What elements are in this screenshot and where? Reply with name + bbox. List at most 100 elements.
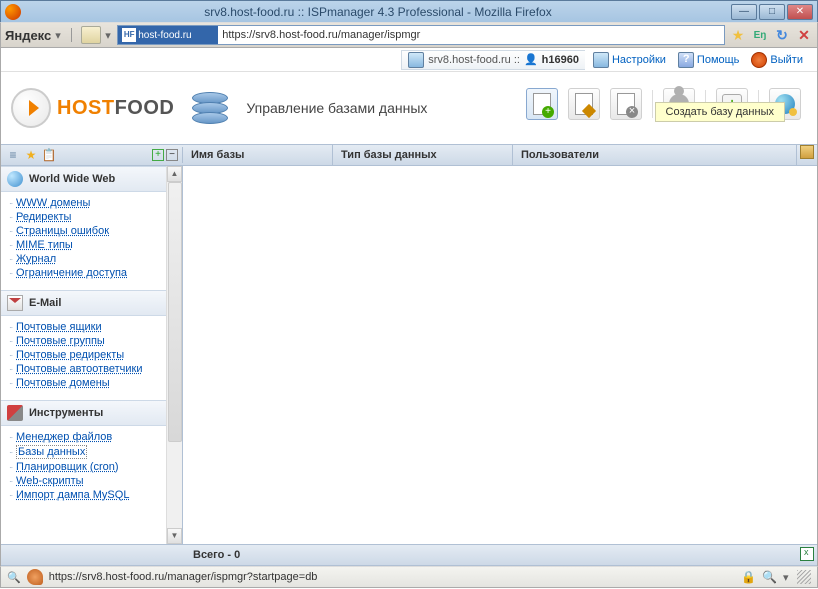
sidebar-item[interactable]: ∙∙ MIME типы	[9, 238, 166, 252]
logo-part2: FOOD	[115, 97, 175, 119]
minimize-button[interactable]: —	[731, 4, 757, 20]
collapse-all-icon[interactable]: −	[166, 149, 178, 161]
sidebar-link[interactable]: Менеджер файлов	[16, 431, 112, 443]
settings-link[interactable]: Настройки	[589, 52, 670, 68]
stop-icon[interactable]: ✕	[795, 26, 813, 44]
database-icon	[192, 88, 232, 128]
favorites-icon[interactable]: ★	[23, 147, 39, 163]
bullet-icon: ∙∙	[9, 336, 12, 346]
bullet-icon: ∙∙	[9, 462, 12, 472]
mail-icon	[7, 295, 23, 311]
sidebar-item[interactable]: ∙∙Ограничение доступа	[9, 266, 166, 280]
settings-label: Настройки	[612, 54, 666, 66]
sidebar-item[interactable]: ∙∙Менеджер файлов	[9, 430, 166, 444]
reload-icon[interactable]: ↻	[773, 26, 791, 44]
bookmark-star-icon[interactable]: ★	[729, 26, 747, 44]
sidebar-item[interactable]: ∙∙Журнал	[9, 252, 166, 266]
separator	[652, 90, 653, 118]
bullet-icon: ∙∙	[9, 490, 12, 500]
help-link[interactable]: Помощь	[674, 52, 744, 68]
maximize-button[interactable]: □	[759, 4, 785, 20]
sidebar-link[interactable]: Почтовые группы	[16, 335, 105, 347]
bullet-icon: ∙∙	[9, 198, 12, 208]
colorpicker-icon[interactable]	[27, 569, 43, 585]
sidebar-group-www[interactable]: World Wide Web	[1, 166, 166, 192]
exit-link[interactable]: Выйти	[747, 52, 807, 68]
zoom-icon[interactable]: 🔍	[762, 570, 777, 584]
window-titlebar: srv8.host-food.ru :: ISPmanager 4.3 Prof…	[0, 0, 818, 22]
resize-grip[interactable]	[797, 570, 811, 584]
scrollbar[interactable]: ▲ ▼	[166, 166, 182, 544]
chevron-down-icon[interactable]: ▾	[105, 29, 113, 42]
expand-all-icon[interactable]: +	[152, 149, 164, 161]
logo-ball-icon	[11, 88, 51, 128]
close-button[interactable]: ✕	[787, 4, 813, 20]
sidebar-link[interactable]: Web-скрипты	[16, 475, 84, 487]
scroll-thumb[interactable]	[168, 182, 182, 442]
sidebar-item[interactable]: ∙∙ WWW домены	[9, 196, 166, 210]
sidebar-item[interactable]: ∙∙ Почтовые группы	[9, 334, 166, 348]
column-users[interactable]: Пользователи	[513, 145, 797, 165]
chevron-down-icon[interactable]: ▾	[783, 571, 791, 584]
column-type[interactable]: Тип базы данных	[333, 145, 513, 165]
list-view-icon[interactable]: ≡	[5, 147, 21, 163]
chevron-down-icon[interactable]: ▾	[55, 29, 63, 42]
sidebar-link[interactable]: Почтовые автоответчики	[16, 363, 142, 375]
sidebar-link[interactable]: MIME типы	[16, 239, 73, 251]
translate-icon[interactable]: Eŋ	[751, 26, 769, 44]
search-icon[interactable]: 🔍	[7, 571, 21, 584]
sidebar-link[interactable]: Базы данных	[16, 445, 87, 459]
sidebar-link[interactable]: Журнал	[16, 253, 56, 265]
sidebar-item[interactable]: ∙∙Почтовые автоответчики	[9, 362, 166, 376]
sidebar-item[interactable]: ∙∙Редиректы	[9, 210, 166, 224]
clipboard-icon[interactable]: 📋	[41, 147, 57, 163]
sidebar-link[interactable]: Планировщик (cron)	[16, 461, 119, 473]
sidebar-link[interactable]: Импорт дампа MySQL	[16, 489, 129, 501]
site-identity[interactable]: HF host-food.ru	[118, 26, 218, 44]
thumbnail-icon[interactable]	[81, 26, 101, 44]
sidebar-link[interactable]: WWW домены	[16, 197, 90, 209]
sidebar-item[interactable]: ∙∙ Планировщик (cron)	[9, 460, 166, 474]
export-xls-button[interactable]	[797, 547, 817, 564]
bullet-icon: ∙∙	[9, 447, 12, 457]
lock-icon[interactable]: 🔒	[741, 570, 756, 584]
sidebar: World Wide Web∙∙WWW домены∙∙Редиректы∙∙С…	[1, 166, 183, 544]
scroll-down-icon[interactable]: ▼	[167, 528, 182, 544]
sidebar-group-tools[interactable]: Инструменты	[1, 400, 166, 426]
address-bar[interactable]: HF host-food.ru https://srv8.host-food.r…	[117, 25, 725, 45]
status-text: https://srv8.host-food.ru/manager/ispmgr…	[49, 571, 735, 583]
delete-db-button[interactable]	[610, 88, 642, 120]
sidebar-item[interactable]: ∙∙ Импорт дампа MySQL	[9, 488, 166, 502]
total-label: Всего - 0	[183, 549, 797, 561]
column-name[interactable]: Имя базы	[183, 145, 333, 165]
sidebar-group-email[interactable]: E-Mail	[1, 290, 166, 316]
data-grid[interactable]	[183, 166, 817, 544]
create-db-button[interactable]	[526, 88, 558, 120]
sidebar-item[interactable]: ∙∙Почтовые ящики	[9, 320, 166, 334]
sidebar-item[interactable]: ∙∙ Почтовые домены	[9, 376, 166, 390]
sidebar-item[interactable]: ∙∙ Страницы ошибок	[9, 224, 166, 238]
sidebar-link[interactable]: Редиректы	[16, 211, 71, 223]
main-split: World Wide Web∙∙WWW домены∙∙Редиректы∙∙С…	[1, 166, 817, 544]
sidebar-link[interactable]: Почтовые ящики	[16, 321, 102, 333]
firefox-icon	[5, 4, 21, 20]
bullet-icon: ∙∙	[9, 240, 12, 250]
sidebar-item[interactable]: ∙∙ Почтовые редиректы	[9, 348, 166, 362]
sidebar-item[interactable]: ∙∙Web-скрипты	[9, 474, 166, 488]
sidebar-item[interactable]: ∙∙ Базы данных	[9, 444, 166, 460]
scroll-up-icon[interactable]: ▲	[167, 166, 182, 182]
configure-columns-button[interactable]	[797, 145, 817, 165]
bullet-icon: ∙∙	[9, 378, 12, 388]
exit-label: Выйти	[770, 54, 803, 66]
yandex-label[interactable]: Яндекс	[5, 28, 51, 43]
sidebar-link[interactable]: Почтовые редиректы	[16, 349, 124, 361]
sidebar-link[interactable]: Страницы ошибок	[16, 225, 109, 237]
favicon-badge: HF	[122, 28, 136, 42]
sidebar-link[interactable]: Почтовые домены	[16, 377, 110, 389]
edit-db-button[interactable]	[568, 88, 600, 120]
sidebar-link[interactable]: Ограничение доступа	[16, 267, 127, 279]
bullet-icon: ∙∙	[9, 350, 12, 360]
logo-text: HOSTFOOD	[57, 97, 174, 120]
mini-toolbar: ≡ ★ 📋 + − Имя базы Тип базы данных Польз…	[1, 144, 817, 166]
bullet-icon: ∙∙	[9, 226, 12, 236]
